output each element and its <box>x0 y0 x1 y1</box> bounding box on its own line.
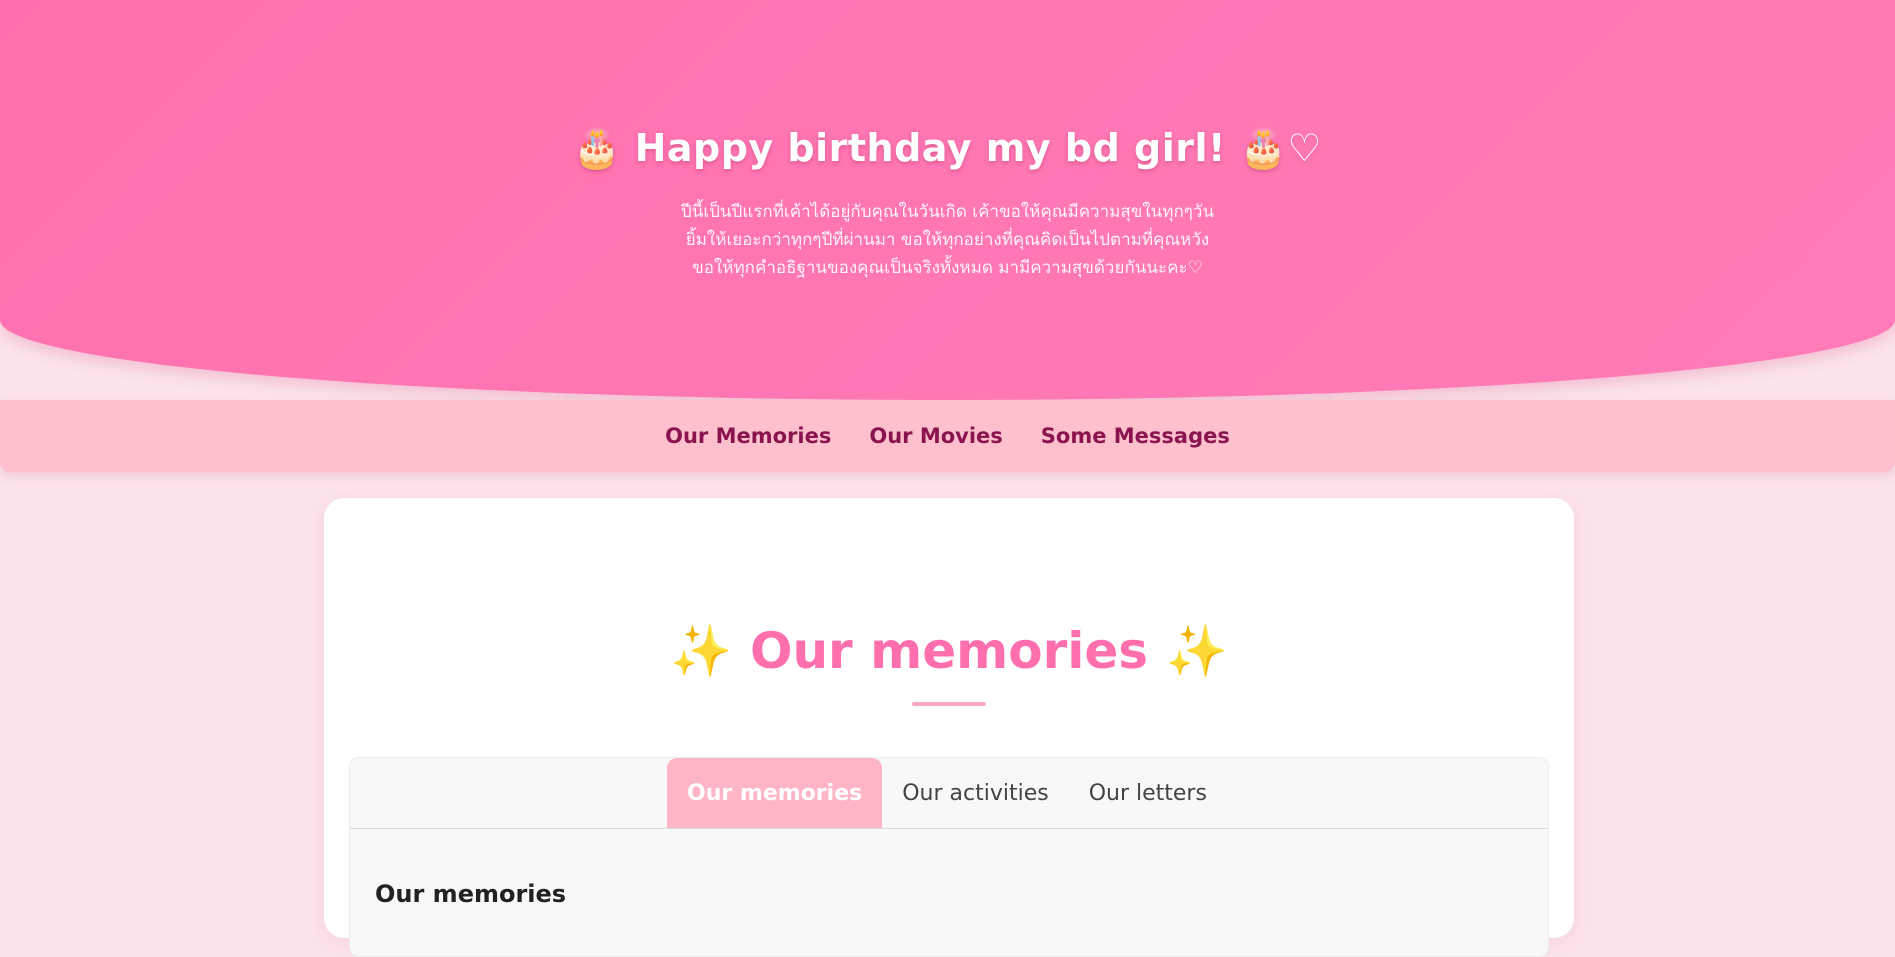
nav-link-our-movies[interactable]: Our Movies <box>869 424 1002 448</box>
sparkle-icon: ✨ <box>670 622 733 680</box>
section-title-text: Our memories <box>749 622 1149 680</box>
nav-link-our-memories[interactable]: Our Memories <box>665 424 831 448</box>
tab-bar: Our memories Our activities Our letters <box>350 758 1548 829</box>
tab-our-activities[interactable]: Our activities <box>882 758 1068 828</box>
hero-message-line: ปีนี้เป็นปีแรกที่เค้าได้อยู่กับคุณในวันเ… <box>680 202 1215 222</box>
title-underline <box>912 702 986 706</box>
tab-content-heading: Our memories <box>375 880 567 908</box>
sparkle-icon: ✨ <box>1165 622 1228 680</box>
nav-link-some-messages[interactable]: Some Messages <box>1041 424 1230 448</box>
hero-message: ปีนี้เป็นปีแรกที่เค้าได้อยู่กับคุณในวันเ… <box>0 198 1895 282</box>
hero-banner: 🎂 Happy birthday my bd girl! 🎂♡ ปีนี้เป็… <box>0 0 1895 400</box>
main-nav: Our Memories Our Movies Some Messages <box>0 400 1895 472</box>
hero-message-line: ขอให้ทุกคำอธิฐานของคุณเป็นจริงทั้งหมด มา… <box>692 258 1203 278</box>
tab-our-memories[interactable]: Our memories <box>667 758 883 828</box>
hero-title: 🎂 Happy birthday my bd girl! 🎂♡ <box>573 126 1322 170</box>
hero-message-line: ยิ้มให้เยอะกว่าทุกๆปีที่ผ่านมา ขอให้ทุกอ… <box>685 230 1210 250</box>
tab-our-letters[interactable]: Our letters <box>1069 758 1227 828</box>
tab-panel: Our memories Our activities Our letters … <box>349 757 1549 957</box>
section-title: ✨ Our memories ✨ <box>324 622 1574 681</box>
